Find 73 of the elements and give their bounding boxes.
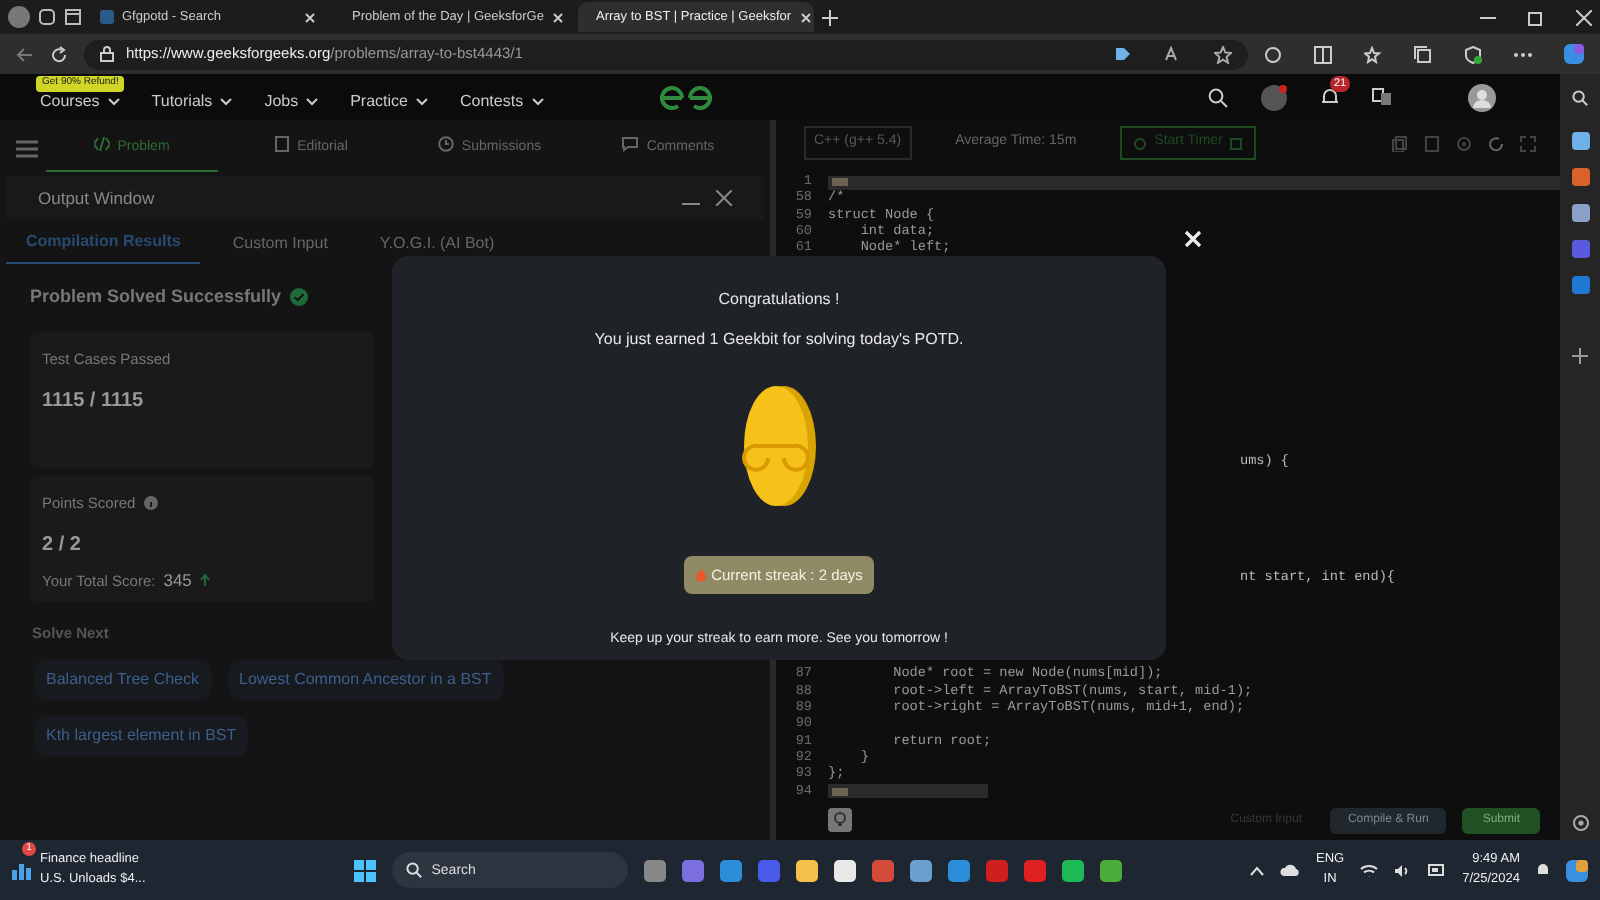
close-icon[interactable]: [1576, 9, 1592, 25]
chevron-down-icon: [416, 97, 428, 105]
panel-title: Output Window: [38, 185, 155, 211]
chevron-down-icon: [306, 97, 319, 105]
copilot-icon[interactable]: [1566, 859, 1588, 881]
search-icon: [405, 862, 422, 878]
document-icon: [273, 136, 290, 153]
chevron-down-icon: [531, 97, 544, 105]
refresh-icon[interactable]: [1488, 135, 1504, 151]
coin-drawing: [739, 384, 819, 508]
windows-logo-icon[interactable]: [353, 859, 376, 881]
score-value: 345: [163, 567, 192, 593]
search-favicon-icon: [100, 10, 114, 24]
card-value: 1115 / 1115: [42, 387, 146, 416]
arrow-up-icon: [199, 574, 210, 587]
fire-icon: [695, 568, 706, 583]
add-icon[interactable]: [1572, 348, 1588, 364]
translate-icon[interactable]: [1372, 88, 1392, 106]
volume-icon[interactable]: [1394, 863, 1413, 877]
search-icon[interactable]: [1208, 87, 1228, 107]
browser-essentials-icon[interactable]: [1464, 45, 1482, 63]
star-icon[interactable]: [1214, 45, 1232, 63]
collections-icon[interactable]: [1414, 45, 1432, 63]
close-icon[interactable]: [304, 11, 316, 23]
chart-icon: [12, 860, 32, 880]
card-value: 2 / 2: [42, 531, 83, 560]
cloud-icon[interactable]: [1279, 864, 1300, 876]
close-icon: [1184, 230, 1202, 248]
lock-icon[interactable]: [100, 46, 114, 62]
comment-icon: [622, 136, 639, 153]
restore-icon[interactable]: [1528, 9, 1544, 25]
bell-icon[interactable]: [1320, 85, 1340, 108]
search-icon[interactable]: [1572, 89, 1588, 105]
bell-icon[interactable]: [1536, 862, 1550, 878]
battery-icon[interactable]: [1428, 864, 1447, 876]
close-icon[interactable]: [716, 190, 732, 206]
status-heading: Problem Solved Successfully: [30, 284, 282, 310]
nav-menu-item[interactable]: Tutorials: [151, 89, 233, 113]
dialog-message: You just earned 1 Geekbit for solving today's POTD.: [594, 328, 964, 352]
read-aloud-icon[interactable]: [1164, 46, 1182, 62]
back-icon[interactable]: [16, 45, 34, 63]
close-button[interactable]: [1180, 226, 1206, 252]
chevron-down-icon: [220, 97, 233, 105]
profile-avatar-icon[interactable]: [8, 6, 30, 28]
split-screen-icon[interactable]: [1314, 45, 1332, 63]
geekbits-icon[interactable]: [1260, 83, 1288, 111]
fold-marker[interactable]: [832, 178, 848, 187]
dialog-title: Congratulations !: [718, 288, 840, 312]
new-tab-icon[interactable]: [822, 9, 838, 25]
user-avatar-icon[interactable]: [1468, 83, 1496, 111]
clock-icon: [437, 136, 454, 153]
check-circle-icon: [289, 288, 308, 307]
wifi-icon[interactable]: [1360, 863, 1379, 877]
chevron-up-icon[interactable]: [1249, 865, 1264, 875]
lightbulb-icon[interactable]: [828, 808, 852, 832]
workspaces-icon[interactable]: [38, 8, 56, 26]
menu-icon[interactable]: [16, 139, 38, 157]
close-icon[interactable]: [799, 11, 812, 23]
nav-menu-item[interactable]: Practice: [350, 89, 428, 113]
favorites-icon[interactable]: [1364, 45, 1382, 63]
nav-menu-item[interactable]: Jobs: [264, 89, 319, 113]
close-icon[interactable]: [551, 11, 564, 23]
more-icon[interactable]: [1514, 51, 1532, 57]
reload-icon[interactable]: [50, 45, 68, 63]
clock-icon: [1134, 137, 1147, 149]
fold-marker[interactable]: [832, 787, 848, 796]
nav-menu-item[interactable]: Contests: [460, 89, 544, 113]
site-logo-icon[interactable]: [655, 85, 716, 109]
tab-actions-icon[interactable]: [64, 8, 82, 26]
copilot-icon[interactable]: [1564, 44, 1584, 64]
code-icon: [93, 135, 110, 152]
nav-menu-item[interactable]: Courses: [40, 89, 120, 113]
chevron-down-icon: [107, 97, 120, 105]
